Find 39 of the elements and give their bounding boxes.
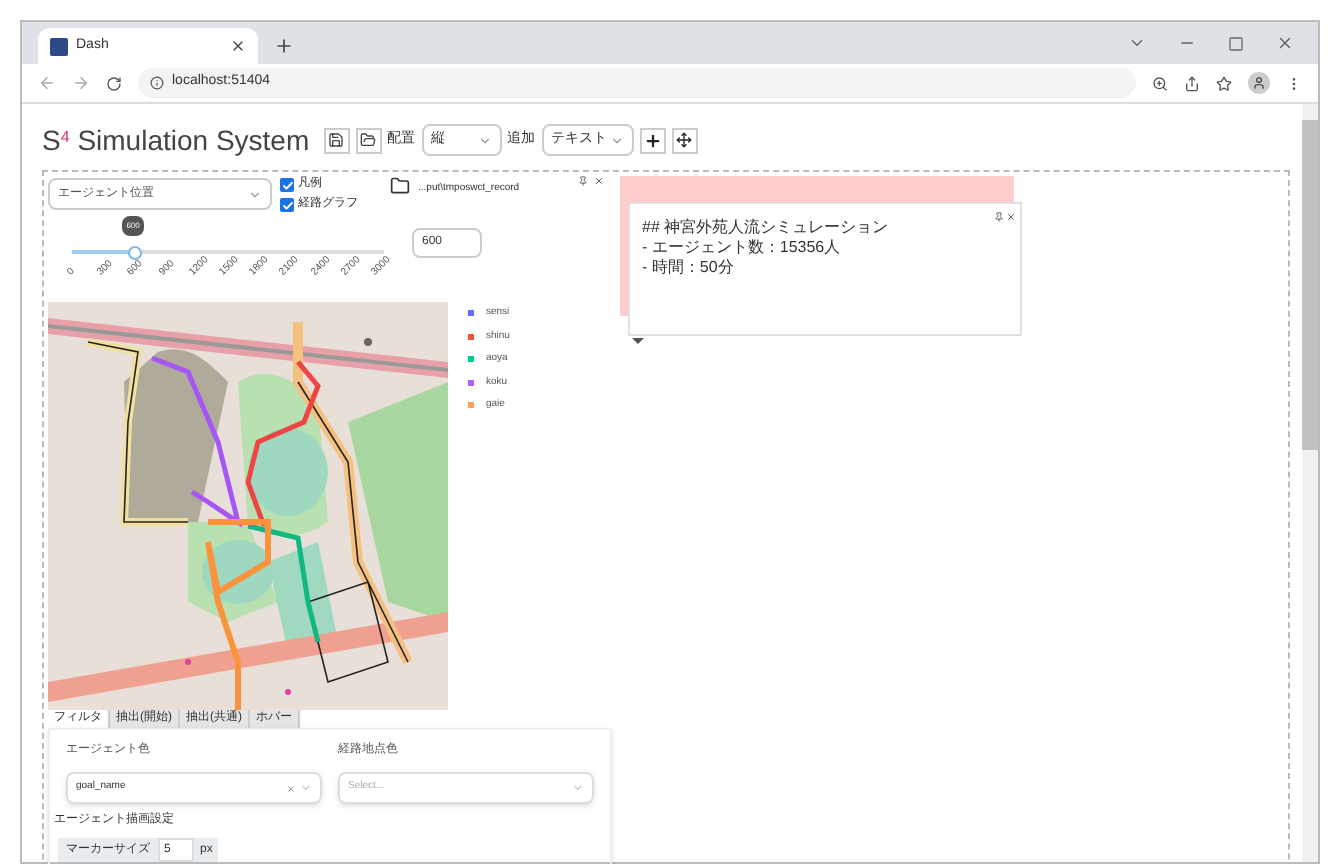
checkbox[interactable]: [280, 178, 294, 192]
open-button[interactable]: [355, 127, 382, 153]
new-tab-icon[interactable]: [274, 36, 294, 56]
save-icon: [328, 132, 345, 148]
pin-icon[interactable]: [994, 212, 1004, 222]
markdown-line: - 時間：50分: [642, 258, 736, 278]
move-button[interactable]: [671, 127, 698, 153]
folder-icon: [360, 132, 377, 148]
info-icon: [150, 76, 164, 90]
folder-icon[interactable]: [390, 176, 410, 196]
chevron-down-icon[interactable]: [1128, 34, 1146, 52]
slider-thumb[interactable]: [127, 245, 142, 259]
move-icon: [676, 132, 693, 148]
close-icon[interactable]: [1276, 34, 1294, 52]
plus-icon: [643, 131, 662, 149]
maximize-icon[interactable]: [1228, 36, 1244, 52]
scrollbar-thumb[interactable]: [1302, 120, 1318, 450]
markdown-line: - エージェント数：15356人: [642, 238, 843, 258]
app-title: S$^{4}$ Simulation System: [42, 121, 310, 160]
chevron-down-icon: [477, 133, 492, 147]
profile-icon[interactable]: [1248, 72, 1270, 94]
close-icon[interactable]: [230, 38, 246, 54]
checkbox[interactable]: [280, 198, 294, 212]
zoom-icon[interactable]: [1152, 75, 1168, 91]
chevron-down-icon: [248, 187, 262, 201]
scrollbar[interactable]: [1302, 104, 1318, 862]
pin-icon[interactable]: [578, 176, 588, 186]
person-icon: [1252, 76, 1266, 90]
dash-icon: [50, 37, 68, 55]
save-button[interactable]: [323, 127, 350, 153]
markdown-line: ## 神宮外苑人流シミュレーション: [642, 218, 891, 238]
star-icon[interactable]: [1216, 75, 1232, 91]
share-icon[interactable]: [1184, 75, 1200, 91]
reload-icon[interactable]: [106, 75, 122, 91]
add-button[interactable]: [639, 127, 666, 153]
chevron-down-icon: [300, 782, 312, 794]
chevron-down-icon: [572, 782, 584, 794]
chevron-down-icon: [609, 133, 624, 147]
caret-icon[interactable]: [632, 338, 644, 344]
